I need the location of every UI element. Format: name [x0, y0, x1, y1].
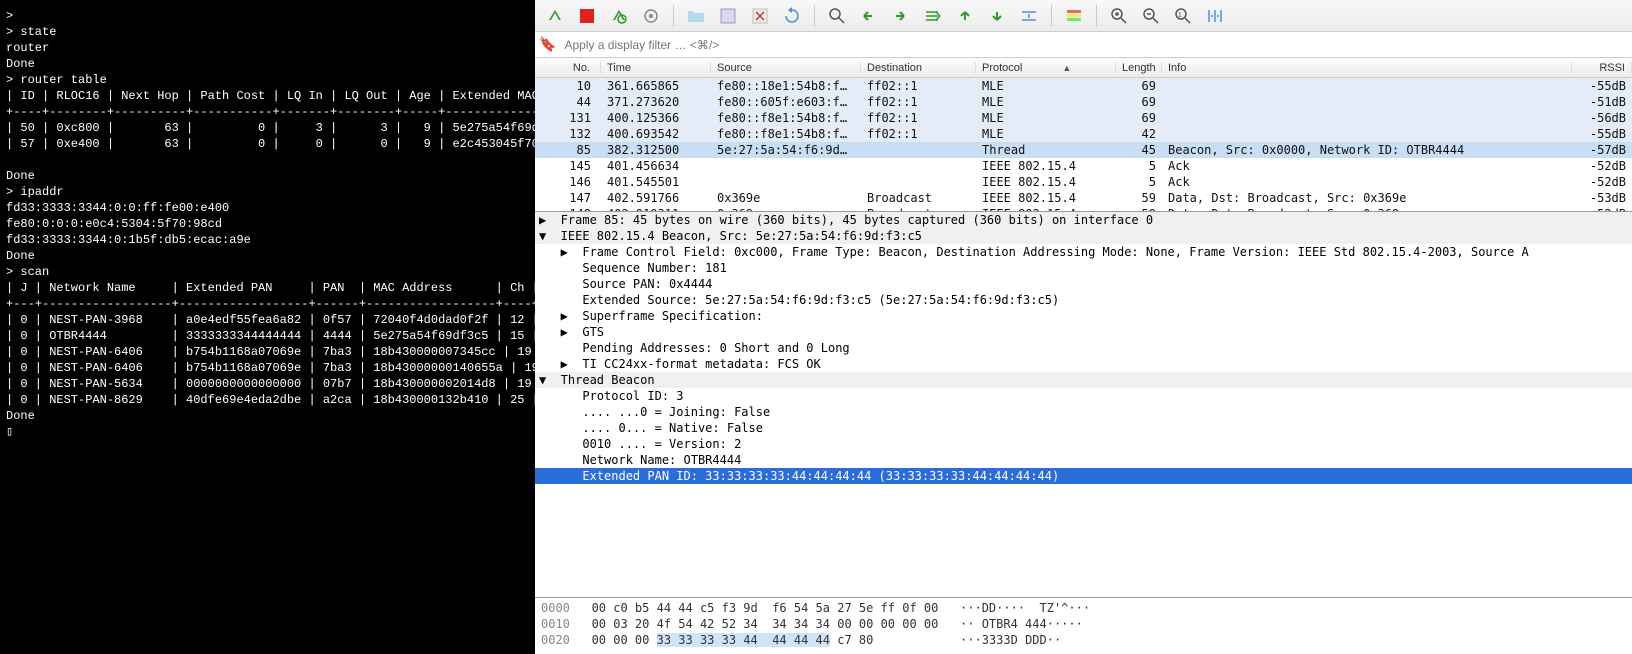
zoom-in-icon[interactable]: [1105, 3, 1133, 29]
packet-row[interactable]: 131400.125366fe80::f8e1:54b8:f…ff02::1ML…: [535, 110, 1632, 126]
detail-line[interactable]: ▼ IEEE 802.15.4 Beacon, Src: 5e:27:5a:54…: [535, 228, 1632, 244]
close-file-icon[interactable]: [746, 3, 774, 29]
detail-line[interactable]: Sequence Number: 181: [535, 260, 1632, 276]
save-icon[interactable]: [714, 3, 742, 29]
packet-list-header[interactable]: No. Time Source Destination Protocol▲ Le…: [535, 58, 1632, 78]
zoom-out-icon[interactable]: [1137, 3, 1165, 29]
packet-row[interactable]: 85382.3125005e:27:5a:54:f6:9d…Thread45Be…: [535, 142, 1632, 158]
detail-line[interactable]: Pending Addresses: 0 Short and 0 Long: [535, 340, 1632, 356]
start-capture-icon[interactable]: [541, 3, 569, 29]
packet-row[interactable]: 132400.693542fe80::f8e1:54b8:f…ff02::1ML…: [535, 126, 1632, 142]
detail-line[interactable]: .... 0... = Native: False: [535, 420, 1632, 436]
find-icon[interactable]: [823, 3, 851, 29]
go-last-icon[interactable]: [983, 3, 1011, 29]
col-header-rssi[interactable]: RSSI: [1572, 62, 1632, 74]
resize-cols-icon[interactable]: [1201, 3, 1229, 29]
detail-line[interactable]: ▼ Thread Beacon: [535, 372, 1632, 388]
next-icon[interactable]: [887, 3, 915, 29]
autoscroll-icon[interactable]: [1015, 3, 1043, 29]
reload-icon[interactable]: [778, 3, 806, 29]
col-header-no[interactable]: No.: [535, 62, 601, 74]
col-header-info[interactable]: Info: [1162, 62, 1572, 74]
col-header-dest[interactable]: Destination: [861, 62, 976, 74]
packet-list[interactable]: No. Time Source Destination Protocol▲ Le…: [535, 58, 1632, 212]
go-first-icon[interactable]: [951, 3, 979, 29]
hex-line[interactable]: 0000 00 c0 b5 44 44 c5 f3 9d f6 54 5a 27…: [541, 600, 1626, 616]
wireshark-pane: 1 🔖 No. Time Source Destination Protocol…: [535, 0, 1632, 654]
detail-line[interactable]: ▶ Frame Control Field: 0xc000, Frame Typ…: [535, 244, 1632, 260]
terminal-pane[interactable]: > > state router Done > router table | I…: [0, 0, 535, 654]
display-filter-input[interactable]: [560, 36, 1628, 54]
svg-text:1: 1: [1178, 12, 1182, 19]
bookmark-icon[interactable]: 🔖: [539, 36, 556, 53]
detail-line[interactable]: .... ...0 = Joining: False: [535, 404, 1632, 420]
detail-line[interactable]: 0010 .... = Version: 2: [535, 436, 1632, 452]
filter-bar: 🔖: [535, 32, 1632, 58]
restart-capture-icon[interactable]: [605, 3, 633, 29]
packet-row[interactable]: 147402.5917660x369eBroadcastIEEE 802.15.…: [535, 190, 1632, 206]
open-file-icon[interactable]: [682, 3, 710, 29]
packet-row[interactable]: 145401.456634IEEE 802.15.45Ack-52dB: [535, 158, 1632, 174]
zoom-reset-icon[interactable]: 1: [1169, 3, 1197, 29]
detail-line[interactable]: Network Name: OTBR4444: [535, 452, 1632, 468]
detail-line[interactable]: ▶ TI CC24xx-format metadata: FCS OK: [535, 356, 1632, 372]
packet-row[interactable]: 146401.545501IEEE 802.15.45Ack-52dB: [535, 174, 1632, 190]
packet-details[interactable]: ▶ Frame 85: 45 bytes on wire (360 bits),…: [535, 212, 1632, 598]
jump-icon[interactable]: [919, 3, 947, 29]
detail-line[interactable]: ▶ Frame 85: 45 bytes on wire (360 bits),…: [535, 212, 1632, 228]
col-header-length[interactable]: Length: [1116, 62, 1162, 74]
colorize-icon[interactable]: [1060, 3, 1088, 29]
detail-line[interactable]: ▶ GTS: [535, 324, 1632, 340]
prev-icon[interactable]: [855, 3, 883, 29]
hex-line[interactable]: 0010 00 03 20 4f 54 42 52 34 34 34 34 00…: [541, 616, 1626, 632]
hex-dump[interactable]: 0000 00 c0 b5 44 44 c5 f3 9d f6 54 5a 27…: [535, 598, 1632, 654]
toolbar: 1: [535, 0, 1632, 32]
detail-line[interactable]: Extended Source: 5e:27:5a:54:f6:9d:f3:c5…: [535, 292, 1632, 308]
detail-line[interactable]: ▶ Superframe Specification:: [535, 308, 1632, 324]
col-header-source[interactable]: Source: [711, 62, 861, 74]
detail-line[interactable]: Source PAN: 0x4444: [535, 276, 1632, 292]
col-header-protocol[interactable]: Protocol▲: [976, 62, 1116, 74]
stop-capture-icon[interactable]: [573, 3, 601, 29]
hex-line[interactable]: 0020 00 00 00 33 33 33 33 44 44 44 44 c7…: [541, 632, 1626, 648]
detail-line[interactable]: Extended PAN ID: 33:33:33:33:44:44:44:44…: [535, 468, 1632, 484]
packet-row[interactable]: 10361.665865fe80::18e1:54b8:f…ff02::1MLE…: [535, 78, 1632, 94]
packet-row[interactable]: 44371.273620fe80::605f:e603:f…ff02::1MLE…: [535, 94, 1632, 110]
options-icon[interactable]: [637, 3, 665, 29]
col-header-time[interactable]: Time: [601, 62, 711, 74]
detail-line[interactable]: Protocol ID: 3: [535, 388, 1632, 404]
